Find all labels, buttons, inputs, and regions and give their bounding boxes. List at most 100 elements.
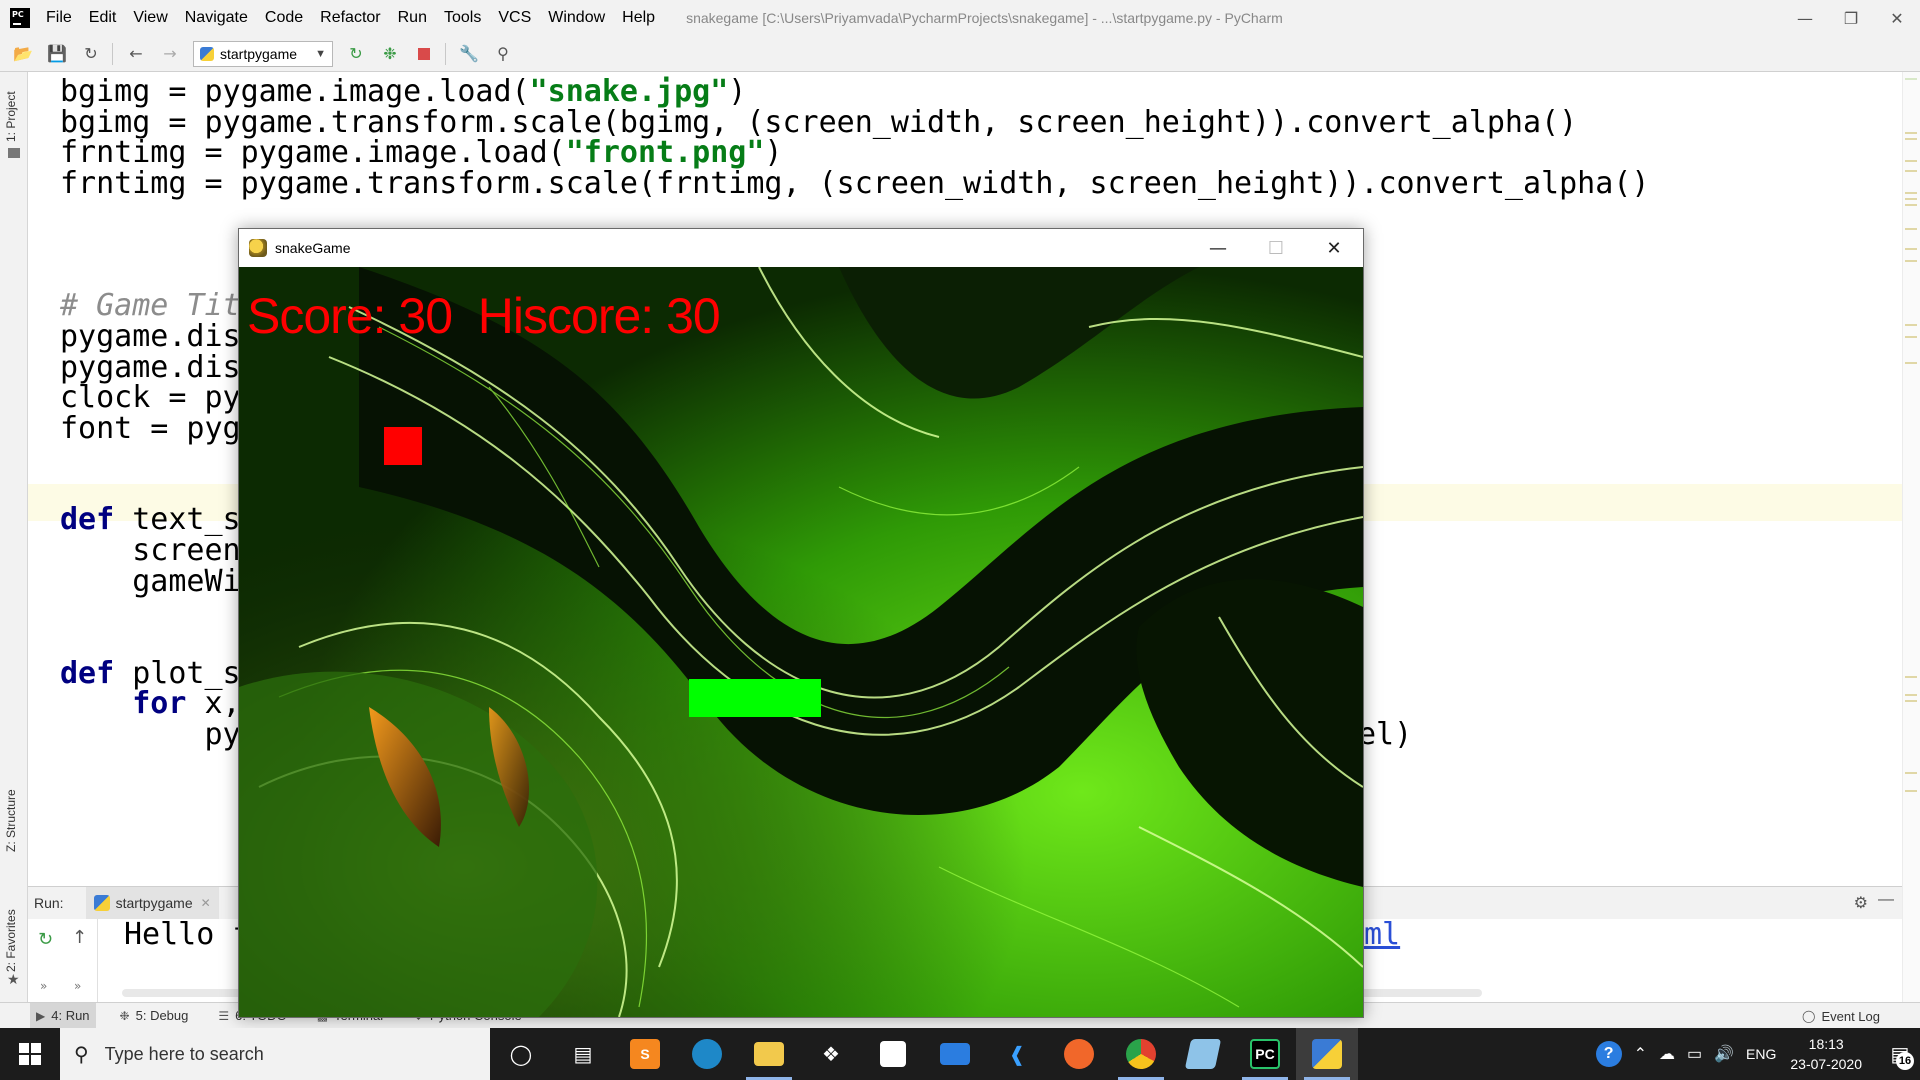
menu-edit[interactable]: Edit xyxy=(89,9,117,27)
game-maximize-button[interactable]: ☐ xyxy=(1247,229,1305,267)
help-icon[interactable]: ? xyxy=(1595,1041,1622,1067)
code-comment-line: # Game Tit xyxy=(60,288,241,323)
search-placeholder: Type here to search xyxy=(104,1043,264,1064)
sublime-icon[interactable]: S xyxy=(614,1028,676,1080)
file-explorer-icon[interactable] xyxy=(738,1028,800,1080)
toolbar-divider xyxy=(112,42,113,65)
game-minimize-button[interactable]: — xyxy=(1189,229,1247,267)
bug-icon: ❉ xyxy=(119,1008,130,1023)
title-bar: PC File Edit View Navigate Code Refactor… xyxy=(0,0,1920,36)
code-line: def text_s xyxy=(60,502,241,537)
run-panel-label: Run: xyxy=(34,895,64,911)
start-button[interactable] xyxy=(0,1028,60,1080)
menu-run[interactable]: Run xyxy=(398,9,427,27)
menu-window[interactable]: Window xyxy=(548,9,605,27)
code-line: screen xyxy=(60,533,241,568)
open-folder-icon[interactable]: 📂 xyxy=(12,43,34,65)
chrome-icon[interactable] xyxy=(1110,1028,1172,1080)
clock-time: 18:13 xyxy=(1808,1036,1844,1052)
favorites-tool-tab[interactable]: 2: Favorites xyxy=(4,909,18,972)
code-line: pygame.dis xyxy=(60,319,241,354)
pycharm-logo-icon: PC xyxy=(10,8,30,28)
volume-icon[interactable]: 🔊 xyxy=(1714,1044,1734,1064)
notepad-icon[interactable] xyxy=(1172,1028,1234,1080)
sync-icon[interactable]: ↻ xyxy=(80,43,102,65)
task-view-icon[interactable]: ▤ xyxy=(552,1028,614,1080)
dropbox-icon[interactable]: ❖ xyxy=(800,1028,862,1080)
cortana-icon[interactable]: ◯ xyxy=(490,1028,552,1080)
snake-background-image xyxy=(239,267,1363,1017)
battery-icon[interactable]: ▭ xyxy=(1687,1044,1702,1064)
pygame-title-bar[interactable]: snakeGame — ☐ ✕ xyxy=(239,229,1363,267)
python-icon[interactable] xyxy=(1296,1028,1358,1080)
game-close-button[interactable]: ✕ xyxy=(1305,229,1363,267)
score-display: Score: 30 Hiscore: 30 xyxy=(247,288,721,344)
toolbar-divider xyxy=(445,42,446,65)
edge-icon[interactable] xyxy=(676,1028,738,1080)
stop-icon[interactable] xyxy=(413,43,435,65)
forward-arrow-icon[interactable]: → xyxy=(159,43,181,65)
console-link[interactable]: ml xyxy=(1364,917,1400,952)
window-title: snakegame [C:\Users\Priyamvada\PycharmPr… xyxy=(686,10,1283,26)
language-indicator[interactable]: ENG xyxy=(1746,1046,1776,1062)
left-tool-stripe: 1: Project Z: Structure 2: Favorites ★ xyxy=(0,72,28,1002)
list-icon: ☰ xyxy=(218,1008,230,1023)
run-tab-startpygame[interactable]: startpygame ✕ xyxy=(85,887,219,919)
rerun-icon[interactable]: ↻ xyxy=(38,929,53,950)
minimize-button[interactable]: — xyxy=(1782,0,1828,36)
pygame-window[interactable]: snakeGame — ☐ ✕ Score: 30 Hiscore: 30 xyxy=(238,228,1364,1018)
expand-more-icon[interactable]: » xyxy=(40,979,47,993)
close-button[interactable]: ✕ xyxy=(1874,0,1920,36)
debug-tool-tab[interactable]: ❉ 5: Debug xyxy=(114,1003,195,1029)
gear-icon[interactable]: ⚙ xyxy=(1854,893,1868,913)
menu-vcs[interactable]: VCS xyxy=(498,9,531,27)
onedrive-cloud-icon[interactable]: ☁ xyxy=(1659,1044,1675,1064)
project-tool-tab[interactable]: 1: Project xyxy=(4,91,18,142)
hide-panel-icon[interactable]: — xyxy=(1878,891,1894,909)
debug-bug-icon[interactable]: ❉ xyxy=(379,43,401,65)
python-icon xyxy=(93,895,110,911)
expand-more-icon[interactable]: » xyxy=(74,979,81,993)
clock[interactable]: 18:13 23-07-2020 xyxy=(1790,1034,1862,1074)
event-log-button[interactable]: ◯ Event Log xyxy=(1802,1003,1880,1029)
mail-icon[interactable] xyxy=(924,1028,986,1080)
menu-bar: File Edit View Navigate Code Refactor Ru… xyxy=(46,9,672,27)
scroll-up-arrow-icon[interactable]: ↑ xyxy=(72,927,87,948)
store-icon[interactable] xyxy=(862,1028,924,1080)
menu-navigate[interactable]: Navigate xyxy=(185,9,248,27)
menu-code[interactable]: Code xyxy=(265,9,303,27)
menu-file[interactable]: File xyxy=(46,9,72,27)
back-arrow-icon[interactable]: ← xyxy=(125,43,147,65)
search-icon[interactable]: ⚲ xyxy=(492,43,514,65)
restore-button[interactable]: ❐ xyxy=(1828,0,1874,36)
clock-date: 23-07-2020 xyxy=(1790,1056,1862,1072)
snake-body xyxy=(689,679,821,717)
editor-scrollbar[interactable] xyxy=(1902,72,1920,1002)
rerun-icon[interactable]: ↻ xyxy=(345,43,367,65)
folder-icon xyxy=(8,148,20,158)
menu-refactor[interactable]: Refactor xyxy=(320,9,380,27)
chevron-down-icon: ▼ xyxy=(315,47,326,60)
menu-tools[interactable]: Tools xyxy=(444,9,481,27)
code-line: bgimg = pygame.image.load("snake.jpg") xyxy=(60,74,747,109)
menu-help[interactable]: Help xyxy=(622,9,655,27)
taskbar-search-box[interactable]: ⚲ Type here to search xyxy=(60,1028,490,1080)
close-tab-icon[interactable]: ✕ xyxy=(201,896,211,910)
save-icon[interactable]: 💾 xyxy=(46,43,68,65)
firefox-icon[interactable] xyxy=(1048,1028,1110,1080)
run-tool-tab[interactable]: ▶ 4: Run xyxy=(30,1002,96,1029)
vscode-icon[interactable]: ❰ xyxy=(986,1028,1048,1080)
action-center-button[interactable]: ▤ 16 xyxy=(1880,1028,1920,1080)
wrench-settings-icon[interactable]: 🔧 xyxy=(458,43,480,65)
food-block xyxy=(384,427,422,465)
menu-view[interactable]: View xyxy=(133,9,167,27)
code-line: frntimg = pygame.transform.scale(frntimg… xyxy=(60,166,1650,201)
structure-tool-tab[interactable]: Z: Structure xyxy=(4,789,18,852)
chevron-up-icon[interactable]: ⌃ xyxy=(1634,1044,1647,1064)
main-toolbar: 📂 💾 ↻ ← → startpygame ▼ ↻ ❉ 🔧 ⚲ xyxy=(0,36,1920,72)
code-line: font = pyg xyxy=(60,411,241,446)
run-configuration-dropdown[interactable]: startpygame ▼ xyxy=(193,40,333,67)
game-canvas[interactable]: Score: 30 Hiscore: 30 xyxy=(239,267,1363,1017)
pycharm-icon[interactable]: PC xyxy=(1234,1028,1296,1080)
run-tab-label: startpygame xyxy=(115,895,193,911)
